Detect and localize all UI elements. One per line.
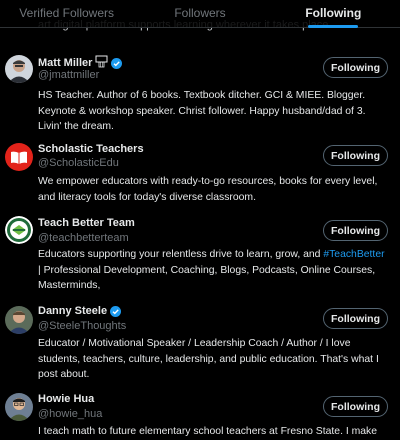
tab-bar: Verified Followers Followers Following (0, 0, 400, 28)
user-name[interactable]: Howie Hua (38, 393, 94, 405)
tab-label: Following (305, 6, 362, 20)
user-cell-howie-hua[interactable]: Howie Hua @howie_hua Following I teach m… (0, 0, 400, 437)
following-button[interactable]: Following (323, 396, 388, 417)
user-handle[interactable]: @howie_hua (38, 408, 102, 420)
tab-verified-followers[interactable]: Verified Followers (0, 0, 133, 27)
user-bio: I teach math to future elementary school… (38, 426, 378, 437)
active-tab-indicator (308, 25, 359, 28)
tab-following[interactable]: Following (267, 0, 400, 28)
tab-label: Followers (174, 6, 226, 20)
avatar[interactable] (5, 393, 33, 421)
tab-followers[interactable]: Followers (133, 0, 266, 27)
tab-label: Verified Followers (19, 6, 115, 20)
